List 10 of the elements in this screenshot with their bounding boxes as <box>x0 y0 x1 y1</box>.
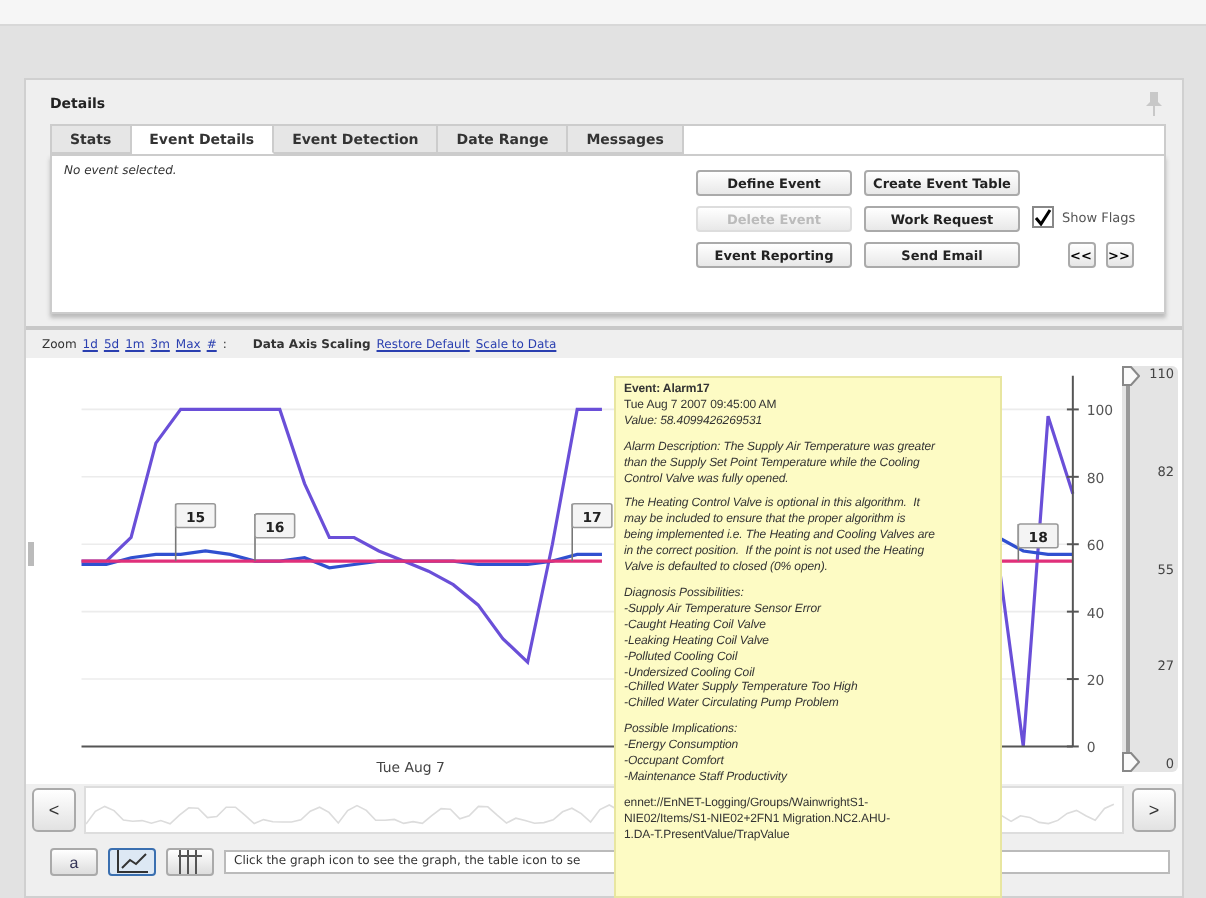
check-icon <box>1034 208 1052 226</box>
text-view-button[interactable]: a <box>50 848 98 876</box>
scroll-left-button[interactable]: < <box>32 788 76 832</box>
table-view-button[interactable] <box>166 848 214 876</box>
graph-view-button[interactable] <box>108 848 156 876</box>
scroll-right-button[interactable]: > <box>1132 788 1176 832</box>
resize-handle[interactable] <box>28 542 34 566</box>
show-flags-checkbox[interactable] <box>1032 206 1054 228</box>
slider-handle[interactable] <box>1122 752 1141 772</box>
slider-handle[interactable] <box>1122 366 1141 386</box>
